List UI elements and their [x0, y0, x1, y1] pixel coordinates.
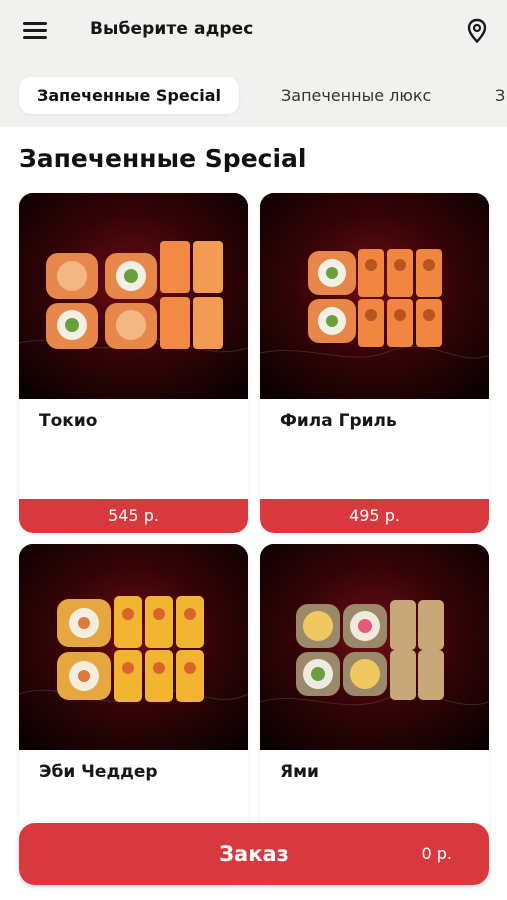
product-card-tokio[interactable]: Токио 545 р.	[19, 193, 248, 533]
location-pin-icon[interactable]	[466, 18, 488, 44]
product-card-fila-gril[interactable]: Фила Гриль 495 р.	[260, 193, 489, 533]
price-button[interactable]: 495 р.	[260, 499, 489, 533]
product-name: Ями	[280, 762, 319, 782]
product-image	[19, 193, 248, 399]
product-image	[19, 544, 248, 750]
category-tabs: Запеченные Special Запеченные люкс З	[0, 72, 507, 118]
order-button[interactable]: Заказ 0 р.	[19, 823, 489, 885]
order-sum: 0 р.	[421, 844, 452, 863]
product-image	[260, 544, 489, 750]
product-name: Эби Чеддер	[39, 762, 158, 782]
address-selector[interactable]: Выберите адрес	[90, 19, 254, 39]
top-bar: Выберите адрес	[0, 0, 507, 62]
tab-zapechennye-lyuks[interactable]: Запеченные люкс	[281, 77, 431, 114]
hamburger-menu-icon[interactable]	[23, 22, 47, 40]
tab-next-category[interactable]: З	[495, 77, 505, 114]
order-label: Заказ	[219, 842, 289, 866]
section-title: Запеченные Special	[19, 144, 307, 173]
product-list: Запеченные Special Токио 545 р. Фила Гри…	[0, 127, 507, 900]
product-image	[260, 193, 489, 399]
tab-zapechennye-special[interactable]: Запеченные Special	[19, 77, 239, 114]
product-name: Фила Гриль	[280, 411, 397, 431]
product-name: Токио	[39, 411, 98, 431]
price-button[interactable]: 545 р.	[19, 499, 248, 533]
